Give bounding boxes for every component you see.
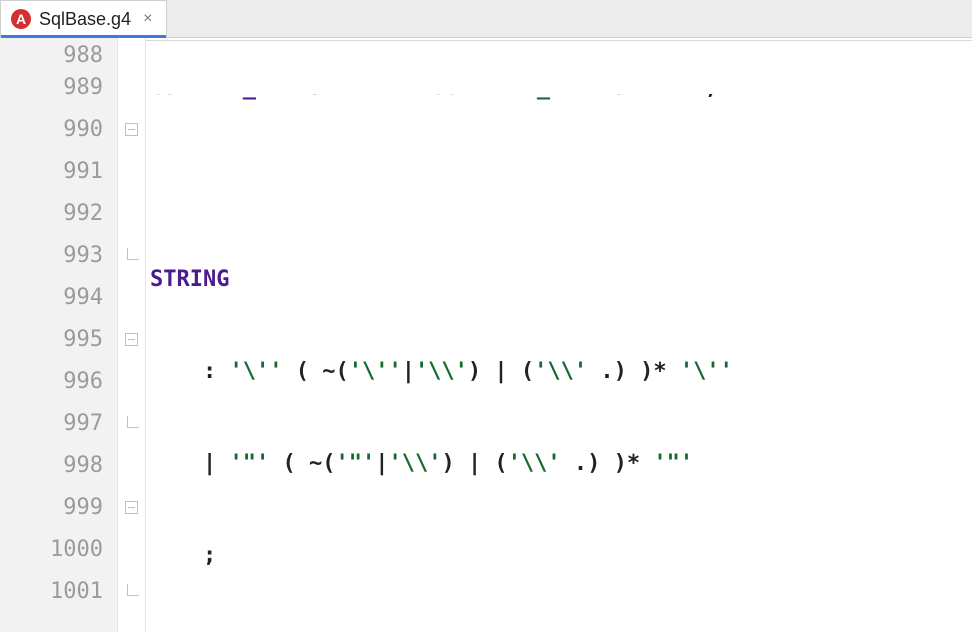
code-line[interactable]: | '"' ( ~('"'|'\\') | ('\\' .) )* '"' [146,442,972,484]
fold-end-icon [127,248,139,260]
rule-name: STRING [150,267,229,292]
line-number: 994 [0,276,117,318]
line-number: 995 [0,318,117,360]
line-number: 991 [0,150,117,192]
fold-gutter [118,38,146,632]
line-number-gutter: 988 989 990 991 992 993 994 995 996 997 … [0,38,118,632]
tab-filename: SqlBase.g4 [39,9,131,30]
line-number: 997 [0,402,117,444]
close-icon[interactable]: × [143,10,152,28]
line-number: 992 [0,192,117,234]
line-number: 993 [0,234,117,276]
line-number: 998 [0,444,117,486]
tab-bar: A SqlBase.g4 × [0,0,972,38]
code-line[interactable]: STRING [146,258,972,300]
line-number: 990 [0,108,117,150]
angular-file-icon: A [11,9,31,29]
line-number: 1000 [0,528,117,570]
line-number: 988 [0,44,117,66]
code-line[interactable]: CURRENT_TIMESTAMP: 'CURRENT_TIMESTAMP'; [146,94,972,116]
fold-end-icon [127,584,139,596]
line-number: 989 [0,66,117,108]
code-area[interactable]: CURRENT_TIMESTAMP: 'CURRENT_TIMESTAMP'; … [146,38,972,632]
viewport-cut-line [146,40,972,41]
line-number: 999 [0,486,117,528]
line-number: 1001 [0,570,117,612]
fold-toggle-icon[interactable] [125,333,138,346]
fold-toggle-icon[interactable] [125,123,138,136]
code-line[interactable] [146,166,972,208]
fold-toggle-icon[interactable] [125,501,138,514]
editor-pane: 988 989 990 991 992 993 994 995 996 997 … [0,38,972,632]
fold-end-icon [127,416,139,428]
code-line[interactable] [146,626,972,632]
code-line[interactable]: : '\'' ( ~('\''|'\\') | ('\\' .) )* '\'' [146,350,972,392]
file-tab[interactable]: A SqlBase.g4 × [0,0,167,37]
code-line[interactable]: ; [146,534,972,576]
line-number: 996 [0,360,117,402]
